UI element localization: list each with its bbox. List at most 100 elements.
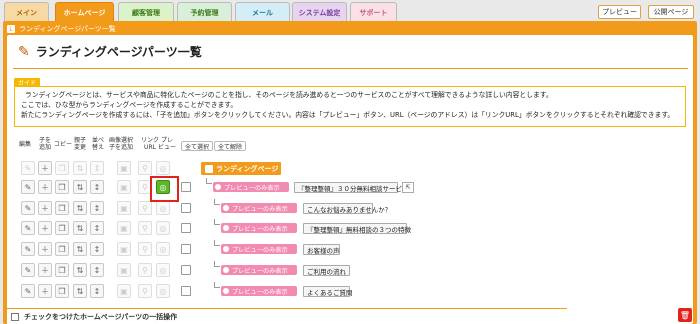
add-child-icon[interactable]: ＋ bbox=[38, 284, 52, 298]
public-page-button[interactable]: 公開ページ bbox=[648, 5, 694, 19]
tab-reservation[interactable]: 予約管理 bbox=[177, 2, 232, 22]
tab-customer[interactable]: 顧客管理 bbox=[118, 2, 174, 22]
part-name[interactable]: よくあるご質問 bbox=[303, 286, 353, 297]
trash-icon[interactable]: 🗑 bbox=[678, 308, 692, 322]
col-preview-1: プレ bbox=[161, 137, 174, 144]
row-checkbox[interactable] bbox=[181, 182, 191, 192]
tree-connector bbox=[214, 240, 220, 246]
image-select-icon[interactable]: ▣ bbox=[117, 221, 131, 235]
parent-change-icon[interactable]: ⇅ bbox=[73, 221, 87, 235]
copy-icon[interactable]: ❐ bbox=[55, 263, 69, 277]
add-child-icon[interactable]: ＋ bbox=[38, 201, 52, 215]
col-image-select: 画像選択 子を追加 bbox=[109, 137, 133, 151]
edit-icon[interactable]: ✎ bbox=[21, 263, 35, 277]
add-child-icon[interactable]: ＋ bbox=[38, 242, 52, 256]
page-icon: L bbox=[7, 25, 15, 33]
subheader: L ランディングページパーツ一覧 bbox=[7, 24, 693, 34]
edit-icon[interactable]: ✎ bbox=[21, 201, 35, 215]
external-link-icon[interactable]: ⇱ bbox=[402, 182, 414, 193]
image-select-icon[interactable]: ▣ bbox=[117, 201, 131, 215]
sort-icon[interactable]: ↕ bbox=[90, 221, 104, 235]
badge-label: プレビューのみ表示 bbox=[232, 205, 288, 213]
link-icon[interactable]: ⚲ bbox=[138, 221, 152, 235]
parent-change-icon[interactable]: ⇅ bbox=[73, 242, 87, 256]
image-select-icon[interactable]: ▣ bbox=[117, 242, 131, 256]
part-name[interactable]: こんなお悩みありませんか？ bbox=[303, 203, 391, 214]
edit-icon[interactable]: ✎ bbox=[21, 180, 35, 194]
row-checkbox[interactable] bbox=[181, 286, 191, 296]
parent-change-icon[interactable]: ⇅ bbox=[73, 263, 87, 277]
row-checkbox[interactable] bbox=[181, 265, 191, 275]
row-checkbox[interactable] bbox=[181, 223, 191, 233]
col-link-url: リンク URL bbox=[141, 137, 159, 151]
visibility-badge: プレビューのみ表示 bbox=[221, 203, 297, 213]
page-title-text: ランディングページパーツ一覧 bbox=[35, 45, 202, 59]
parent-change-icon[interactable]: ⇅ bbox=[73, 284, 87, 298]
badge-label: プレビューのみ表示 bbox=[224, 184, 280, 192]
sort-icon[interactable]: ↕ bbox=[90, 263, 104, 277]
tab-support[interactable]: サポート bbox=[350, 2, 397, 22]
image-select-icon[interactable]: ▣ bbox=[117, 284, 131, 298]
preview-icon[interactable]: ◎ bbox=[156, 284, 170, 298]
edit-icon: ✎ bbox=[21, 161, 35, 175]
eye-icon bbox=[223, 246, 229, 252]
link-icon[interactable]: ⚲ bbox=[138, 284, 152, 298]
add-child-icon[interactable]: ＋ bbox=[38, 161, 52, 175]
row-checkbox[interactable] bbox=[181, 203, 191, 213]
tab-system-settings[interactable]: システム設定 bbox=[292, 2, 347, 22]
sort-icon[interactable]: ↕ bbox=[90, 180, 104, 194]
edit-icon[interactable]: ✎ bbox=[21, 284, 35, 298]
col-image-select-2: 子を追加 bbox=[109, 144, 134, 151]
image-select-icon[interactable]: ▣ bbox=[117, 263, 131, 277]
preview-icon[interactable]: ◎ bbox=[156, 221, 170, 235]
tree-connector bbox=[206, 178, 212, 184]
add-child-icon[interactable]: ＋ bbox=[38, 263, 52, 277]
content-panel bbox=[7, 35, 693, 324]
tab-main[interactable]: メイン bbox=[4, 2, 49, 22]
copy-icon[interactable]: ❐ bbox=[55, 180, 69, 194]
preview-icon[interactable]: ◎ bbox=[156, 201, 170, 215]
visibility-badge: プレビューのみ表示 bbox=[221, 223, 297, 233]
tree-connector bbox=[214, 199, 220, 205]
add-child-icon[interactable]: ＋ bbox=[38, 180, 52, 194]
copy-icon[interactable]: ❐ bbox=[55, 284, 69, 298]
badge-label: プレビューのみ表示 bbox=[232, 288, 288, 296]
copy-icon[interactable]: ❐ bbox=[55, 201, 69, 215]
select-all-button[interactable]: 全て選択 bbox=[181, 141, 214, 151]
part-name[interactable]: ご利用の流れ bbox=[303, 265, 350, 276]
part-name[interactable]: 『整理整頓』無料相談の３つの特徴 bbox=[303, 223, 411, 234]
link-icon[interactable]: ⚲ bbox=[138, 201, 152, 215]
sort-icon[interactable]: ↕ bbox=[90, 242, 104, 256]
bulk-action-bar: チェックをつけたホームページパーツの一括操作 bbox=[7, 308, 567, 324]
tab-homepage[interactable]: ホームページ bbox=[55, 2, 114, 22]
root-landing-page[interactable]: ランディングページ bbox=[201, 162, 281, 175]
parent-change-icon[interactable]: ⇅ bbox=[73, 180, 87, 194]
eye-icon bbox=[223, 205, 229, 211]
parent-change-icon: ⇅ bbox=[73, 161, 87, 175]
copy-icon[interactable]: ❐ bbox=[55, 242, 69, 256]
tab-mail[interactable]: メール bbox=[235, 2, 290, 22]
col-parent-change: 親子 変更 bbox=[74, 137, 86, 151]
edit-icon[interactable]: ✎ bbox=[21, 221, 35, 235]
copy-icon[interactable]: ❐ bbox=[55, 221, 69, 235]
root-label: ランディングページ bbox=[216, 164, 279, 173]
link-icon[interactable]: ⚲ bbox=[138, 242, 152, 256]
sort-icon[interactable]: ↕ bbox=[90, 201, 104, 215]
link-icon[interactable]: ⚲ bbox=[138, 263, 152, 277]
edit-icon[interactable]: ✎ bbox=[21, 242, 35, 256]
add-child-icon[interactable]: ＋ bbox=[38, 221, 52, 235]
image-select-icon[interactable]: ▣ bbox=[117, 180, 131, 194]
part-name[interactable]: 『整理整頓』３０分無料相談サービス bbox=[294, 182, 409, 193]
preview-icon[interactable]: ◎ bbox=[156, 242, 170, 256]
sort-icon[interactable]: ↕ bbox=[90, 284, 104, 298]
parent-change-icon[interactable]: ⇅ bbox=[73, 201, 87, 215]
preview-button[interactable]: プレビュー bbox=[598, 5, 641, 19]
col-copy: コピー bbox=[54, 141, 73, 148]
preview-icon[interactable]: ◎ bbox=[156, 263, 170, 277]
row-checkbox[interactable] bbox=[181, 244, 191, 254]
deselect-all-button[interactable]: 全て解除 bbox=[214, 141, 247, 151]
col-sort-2: 替え bbox=[92, 144, 105, 151]
part-name[interactable]: お客様の声 bbox=[303, 244, 340, 255]
eye-icon bbox=[223, 267, 229, 273]
image-select-icon: ▣ bbox=[117, 161, 131, 175]
